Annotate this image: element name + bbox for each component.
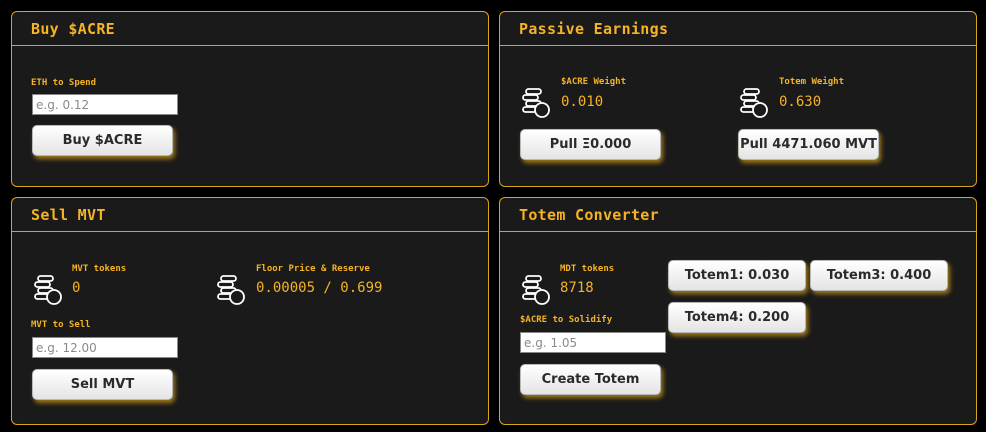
passive-earnings-title: Passive Earnings (519, 19, 669, 38)
coin-stack-icon (32, 274, 64, 306)
mdt-tokens-value: 8718 (560, 280, 594, 296)
coin-stack-icon (520, 274, 552, 306)
totem3-button[interactable]: Totem3: 0.400 (810, 260, 948, 291)
totem-converter-header: Totem Converter (500, 198, 976, 232)
acre-to-solidify-label: $ACRE to Solidify (520, 315, 613, 325)
sell-mvt-button[interactable]: Sell MVT (32, 369, 173, 400)
eth-to-spend-label: ETH to Spend (31, 78, 97, 88)
coin-stack-icon (520, 87, 552, 119)
coin-stack-icon (738, 87, 770, 119)
totem-weight-label: Totem Weight (779, 77, 845, 87)
sell-mvt-header: Sell MVT (12, 198, 488, 232)
sell-mvt-title: Sell MVT (31, 205, 106, 224)
totem-converter-title: Totem Converter (519, 205, 659, 224)
buy-acre-button[interactable]: Buy $ACRE (32, 125, 173, 156)
pull-eth-button[interactable]: Pull Ξ0.000 (520, 129, 661, 160)
acre-weight-value: 0.010 (561, 94, 604, 110)
buy-acre-title: Buy $ACRE (31, 19, 115, 38)
totem4-button[interactable]: Totem4: 0.200 (668, 302, 806, 333)
mvt-tokens-value: 0 (72, 280, 81, 296)
mvt-to-sell-input[interactable] (32, 337, 178, 358)
pull-mvt-button[interactable]: Pull 4471.060 MVT (738, 129, 879, 160)
mdt-tokens-label: MDT tokens (560, 264, 615, 274)
sell-mvt-panel: Sell MVT MVT tokens 0 Floor Price & Rese… (11, 197, 489, 425)
floor-price-value: 0.00005 / 0.699 (256, 280, 383, 296)
acre-weight-label: $ACRE Weight (561, 77, 627, 87)
mvt-tokens-label: MVT tokens (72, 264, 127, 274)
coin-stack-icon (215, 274, 247, 306)
totem1-button[interactable]: Totem1: 0.030 (668, 260, 806, 291)
eth-to-spend-input[interactable] (32, 94, 178, 115)
passive-earnings-header: Passive Earnings (500, 12, 976, 46)
passive-earnings-panel: Passive Earnings $ACRE Weight 0.010 Tote… (499, 11, 977, 187)
totem-converter-panel: Totem Converter MDT tokens 8718 $ACRE to… (499, 197, 977, 425)
acre-to-solidify-input[interactable] (520, 332, 666, 353)
floor-price-label: Floor Price & Reserve (256, 264, 370, 274)
mvt-to-sell-label: MVT to Sell (31, 320, 91, 330)
buy-acre-panel: Buy $ACRE ETH to Spend Buy $ACRE (11, 11, 489, 187)
totem-weight-value: 0.630 (779, 94, 822, 110)
buy-acre-header: Buy $ACRE (12, 12, 488, 46)
create-totem-button[interactable]: Create Totem (520, 364, 661, 395)
